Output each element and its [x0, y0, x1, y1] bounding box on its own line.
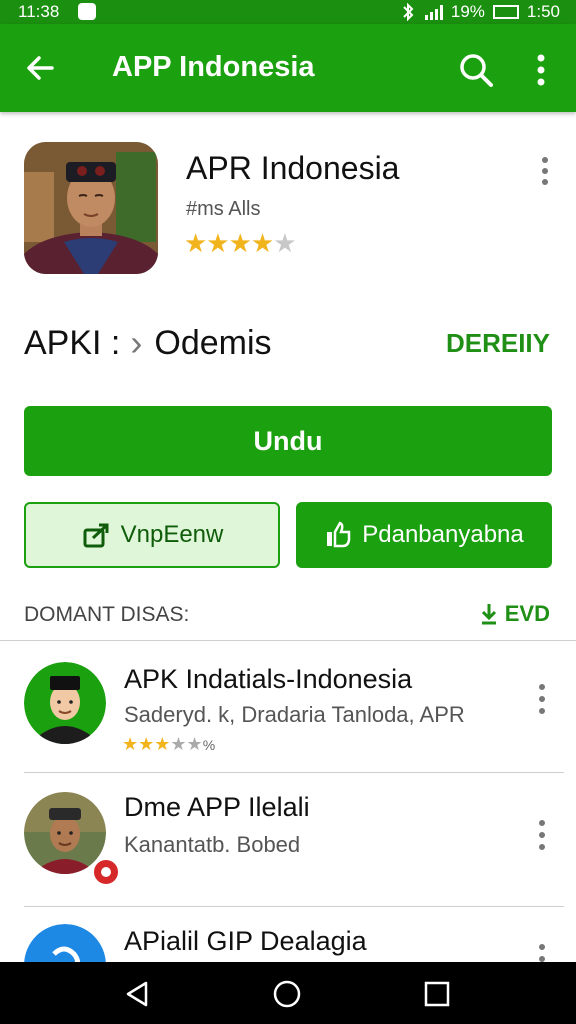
list-item[interactable]: APialil GIP Dealagia: [0, 906, 576, 962]
app-bar-title: APP Indonesia: [112, 51, 315, 83]
nav-recents-icon[interactable]: [422, 979, 452, 1009]
rating-stars-filled: ★★★★: [184, 228, 274, 258]
battery-icon: [492, 5, 519, 19]
app-more-icon[interactable]: [532, 155, 558, 187]
primary-button-label: Undu: [253, 425, 323, 456]
rating-stars-empty: ★: [273, 228, 296, 258]
app-title: APR Indonesia: [186, 150, 400, 186]
app-icon: [24, 142, 158, 274]
app-rating: ★★★★★: [184, 228, 297, 259]
secondary-left-button[interactable]: VnpEenw: [24, 502, 280, 568]
more-vert-icon[interactable]: [530, 818, 554, 852]
more-vert-icon[interactable]: [526, 50, 556, 90]
list-item-title: APialil GIP Dealagia: [124, 926, 367, 956]
download-icon: [481, 604, 496, 625]
badge-icon: [92, 858, 120, 886]
list-item-rating: ★★★★★%: [122, 734, 215, 755]
breadcrumb-first[interactable]: APKI :: [24, 324, 120, 363]
notification-icon: [78, 3, 96, 20]
section-link-label: EVD: [504, 601, 550, 626]
list-item-title: Dme APP Ilelali: [124, 792, 310, 822]
list-stars-filled: ★★★: [122, 734, 171, 754]
list-item[interactable]: APK Indatials-Indonesia Saderyd. k, Drad…: [0, 640, 576, 776]
breadcrumb: APKI : › Odemis: [24, 322, 272, 364]
nav-home-icon[interactable]: [272, 979, 302, 1009]
nav-back-icon[interactable]: [122, 979, 152, 1009]
status-clock: 1:50: [526, 2, 560, 21]
list-item-subtitle: Kanantatb. Bobed: [124, 832, 301, 857]
list-rating-count: %: [202, 737, 216, 753]
breadcrumb-second[interactable]: Odemis: [154, 324, 271, 363]
app-developer[interactable]: #ms Alls: [186, 198, 260, 221]
avatar: [24, 924, 106, 962]
secondary-left-label: VnpEenw: [120, 521, 224, 548]
share-icon: [83, 523, 109, 548]
section-title: DOMANT DISAS:: [24, 603, 190, 626]
list-stars-empty: ★★: [170, 734, 203, 754]
list-item-title: APK Indatials-Indonesia: [124, 664, 413, 694]
app-bar: APP Indonesia: [0, 24, 576, 112]
avatar: [24, 662, 106, 744]
more-vert-icon[interactable]: [530, 682, 554, 716]
chevron-right-icon: ›: [130, 322, 143, 363]
secondary-right-label: Pdanbanyabna: [362, 521, 524, 548]
status-right: 19% 1:50: [399, 2, 560, 22]
search-icon[interactable]: [456, 50, 496, 90]
secondary-right-button[interactable]: Pdanbanyabna: [296, 502, 552, 568]
battery-percent: 19%: [450, 2, 485, 21]
bluetooth-muted-icon: [403, 3, 414, 21]
status-time: 11:38: [18, 2, 60, 21]
list-item-subtitle: Saderyd. k, Dradaria Tanloda, APR: [124, 702, 465, 727]
thumb-icon: [327, 521, 351, 548]
system-nav-bar: [0, 962, 576, 1024]
list-item[interactable]: Dme APP Ilelali Kanantatb. Bobed: [0, 772, 576, 908]
breadcrumb-action-link[interactable]: DEREIIY: [446, 328, 550, 359]
primary-button[interactable]: Undu: [24, 406, 552, 476]
signal-icon: [424, 4, 443, 20]
section-link[interactable]: EVD: [479, 601, 550, 627]
more-vert-icon[interactable]: [530, 942, 554, 962]
back-arrow-icon[interactable]: [22, 50, 58, 86]
status-bar: 11:38 19% 1:50: [0, 0, 576, 24]
